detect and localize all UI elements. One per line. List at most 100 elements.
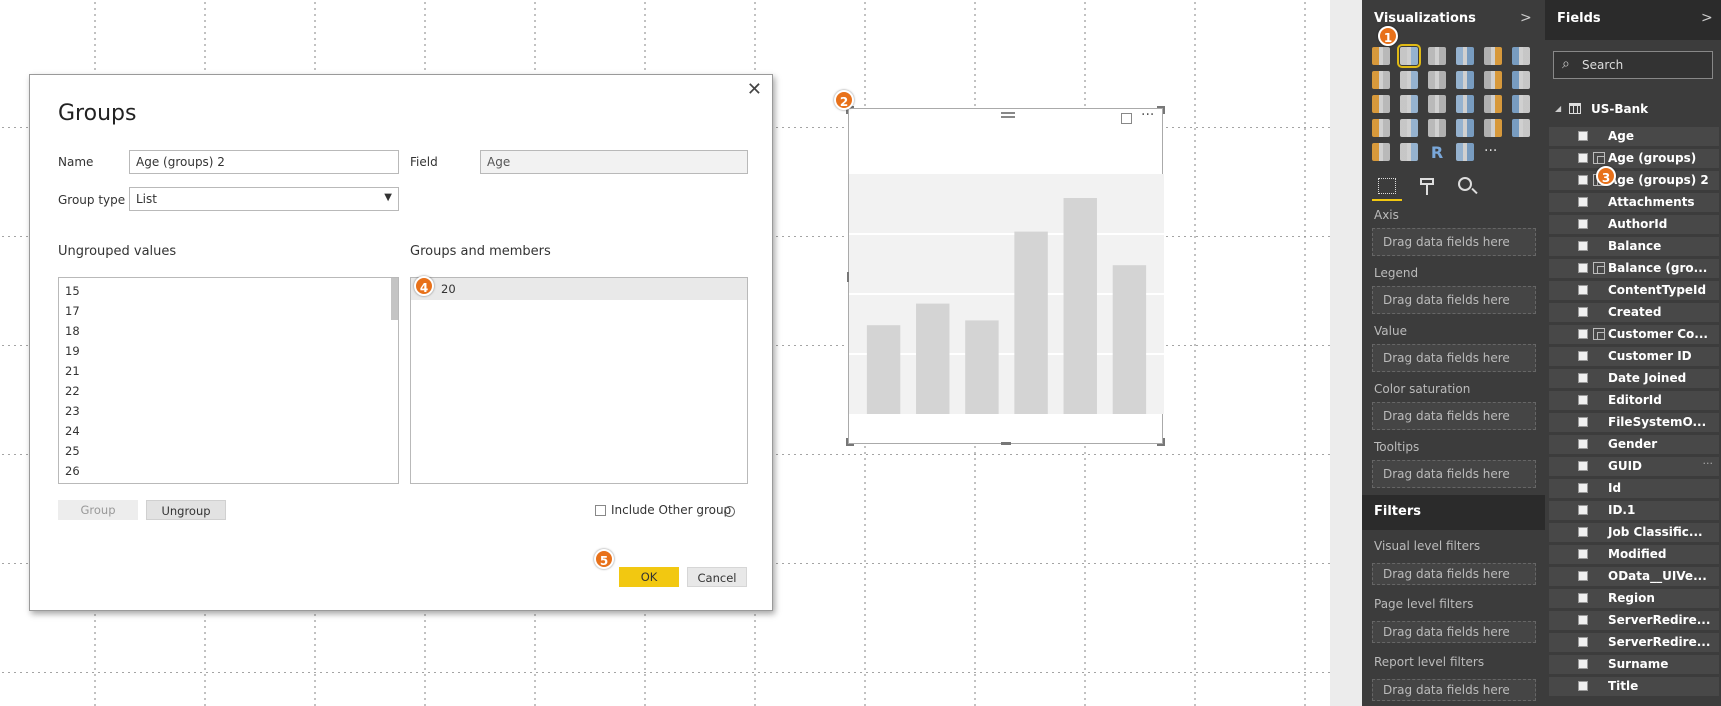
expand-triangle-icon[interactable]: ◢ bbox=[1555, 104, 1561, 113]
ungrouped-value-item[interactable]: 22 bbox=[59, 381, 398, 401]
include-other-group-checkbox[interactable] bbox=[595, 505, 606, 516]
field-checkbox[interactable] bbox=[1578, 593, 1588, 603]
focus-mode-icon[interactable] bbox=[1121, 113, 1132, 124]
info-icon[interactable]: i bbox=[724, 506, 735, 517]
resize-handle[interactable] bbox=[846, 438, 854, 446]
field-checkbox[interactable] bbox=[1578, 439, 1588, 449]
field-checkbox[interactable] bbox=[1578, 241, 1588, 251]
ungrouped-value-item[interactable]: 19 bbox=[59, 341, 398, 361]
cancel-button[interactable]: Cancel bbox=[687, 567, 747, 587]
field-checkbox[interactable] bbox=[1578, 461, 1588, 471]
field-checkbox[interactable] bbox=[1578, 571, 1588, 581]
ungroup-button[interactable]: Ungroup bbox=[146, 500, 226, 520]
field-checkbox[interactable] bbox=[1578, 307, 1588, 317]
chevron-right-icon[interactable]: > bbox=[1520, 10, 1532, 26]
field-item[interactable]: Gender bbox=[1549, 435, 1719, 454]
chart-bar[interactable] bbox=[1014, 231, 1048, 414]
field-item[interactable]: Region bbox=[1549, 589, 1719, 608]
drag-handle-icon[interactable] bbox=[1001, 112, 1015, 118]
field-checkbox[interactable] bbox=[1578, 395, 1588, 405]
scatter-chart-icon[interactable] bbox=[1372, 95, 1390, 113]
field-checkbox[interactable] bbox=[1578, 659, 1588, 669]
field-checkbox[interactable] bbox=[1578, 417, 1588, 427]
ok-button[interactable]: OK bbox=[619, 567, 679, 587]
stacked-area-icon[interactable] bbox=[1428, 71, 1446, 89]
field-item[interactable]: Age (groups) 2 bbox=[1549, 171, 1719, 190]
resize-handle[interactable] bbox=[1157, 438, 1165, 446]
stacked-column-icon[interactable] bbox=[1397, 44, 1421, 68]
field-item[interactable]: Id bbox=[1549, 479, 1719, 498]
field-item[interactable]: ContentTypeId bbox=[1549, 281, 1719, 300]
field-checkbox[interactable] bbox=[1578, 483, 1588, 493]
field-checkbox[interactable] bbox=[1578, 637, 1588, 647]
field-item[interactable]: Modified bbox=[1549, 545, 1719, 564]
field-item[interactable]: Customer Co... bbox=[1549, 325, 1719, 344]
field-item[interactable]: AuthorId bbox=[1549, 215, 1719, 234]
field-checkbox[interactable] bbox=[1578, 505, 1588, 515]
field-checkbox[interactable] bbox=[1578, 329, 1588, 339]
line-chart-icon[interactable] bbox=[1372, 71, 1390, 89]
field-item[interactable]: Age bbox=[1549, 127, 1719, 146]
filled-map-icon[interactable] bbox=[1512, 95, 1530, 113]
field-well-dropzone[interactable]: Drag data fields here bbox=[1372, 286, 1536, 314]
field-checkbox[interactable] bbox=[1578, 197, 1588, 207]
close-icon[interactable]: ✕ bbox=[747, 79, 762, 100]
field-checkbox[interactable] bbox=[1578, 351, 1588, 361]
field-item[interactable]: GUID ··· bbox=[1549, 457, 1719, 476]
resize-handle[interactable] bbox=[1157, 106, 1165, 114]
groups-and-members-list[interactable]: 20 bbox=[410, 277, 748, 484]
ungrouped-value-item[interactable]: 25 bbox=[59, 441, 398, 461]
field-item[interactable]: Date Joined bbox=[1549, 369, 1719, 388]
ungrouped-value-item[interactable]: 17 bbox=[59, 301, 398, 321]
chart-bar[interactable] bbox=[1063, 198, 1097, 414]
field-item[interactable]: Balance (gro... bbox=[1549, 259, 1719, 278]
globe-icon[interactable] bbox=[1456, 143, 1474, 161]
resize-handle[interactable] bbox=[1001, 442, 1011, 445]
fields-search-input[interactable]: ⌕ Search bbox=[1553, 51, 1713, 79]
field-item[interactable]: Title bbox=[1549, 677, 1719, 696]
ungrouped-values-list[interactable]: 15 17 18 19 21 22 23 24 25 26 bbox=[58, 277, 399, 484]
table-us-bank[interactable]: ◢ US-Bank bbox=[1553, 100, 1721, 120]
field-checkbox[interactable] bbox=[1578, 681, 1588, 691]
field-item[interactable]: Created bbox=[1549, 303, 1719, 322]
ungrouped-value-item[interactable]: 15 bbox=[59, 281, 398, 301]
field-checkbox[interactable] bbox=[1578, 153, 1588, 163]
field-item[interactable]: Job Classific... bbox=[1549, 523, 1719, 542]
map-icon[interactable] bbox=[1484, 95, 1502, 113]
field-item[interactable]: Surname bbox=[1549, 655, 1719, 674]
field-checkbox[interactable] bbox=[1578, 131, 1588, 141]
treemap-icon[interactable] bbox=[1456, 95, 1474, 113]
field-well-dropzone[interactable]: Drag data fields here bbox=[1372, 344, 1536, 372]
100-bar-icon[interactable] bbox=[1484, 47, 1502, 65]
fields-tab-icon[interactable] bbox=[1372, 173, 1402, 201]
field-checkbox[interactable] bbox=[1578, 263, 1588, 273]
filter-dropzone[interactable]: Drag data fields here bbox=[1372, 621, 1536, 643]
area-chart-icon[interactable] bbox=[1400, 71, 1418, 89]
ungrouped-value-item[interactable]: 18 bbox=[59, 321, 398, 341]
matrix-icon[interactable] bbox=[1400, 143, 1418, 161]
line-cluster-icon[interactable] bbox=[1484, 71, 1502, 89]
100-column-icon[interactable] bbox=[1512, 47, 1530, 65]
ungrouped-value-item[interactable]: 24 bbox=[59, 421, 398, 441]
line-column-icon[interactable] bbox=[1456, 71, 1474, 89]
field-checkbox[interactable] bbox=[1578, 285, 1588, 295]
scrollbar-thumb[interactable] bbox=[391, 278, 398, 320]
ungrouped-value-item[interactable]: 23 bbox=[59, 401, 398, 421]
field-item[interactable]: Attachments bbox=[1549, 193, 1719, 212]
field-item[interactable]: ServerRedire... bbox=[1549, 611, 1719, 630]
field-checkbox[interactable] bbox=[1578, 527, 1588, 537]
kpi-icon[interactable] bbox=[1484, 119, 1502, 137]
funnel-icon[interactable] bbox=[1372, 119, 1390, 137]
field-item[interactable]: EditorId bbox=[1549, 391, 1719, 410]
field-checkbox[interactable] bbox=[1578, 373, 1588, 383]
field-item[interactable]: Balance bbox=[1549, 237, 1719, 256]
chart-bar[interactable] bbox=[916, 303, 950, 414]
more-options-icon[interactable]: ··· bbox=[1141, 107, 1154, 123]
field-item[interactable]: ServerRedire... bbox=[1549, 633, 1719, 652]
field-well-dropzone[interactable]: Drag data fields here bbox=[1372, 460, 1536, 488]
format-paint-roller-icon[interactable] bbox=[1412, 173, 1442, 201]
chart-bar[interactable] bbox=[965, 320, 999, 414]
name-input[interactable]: Age (groups) 2 bbox=[129, 150, 399, 174]
filter-dropzone[interactable]: Drag data fields here bbox=[1372, 679, 1536, 701]
field-checkbox[interactable] bbox=[1578, 219, 1588, 229]
